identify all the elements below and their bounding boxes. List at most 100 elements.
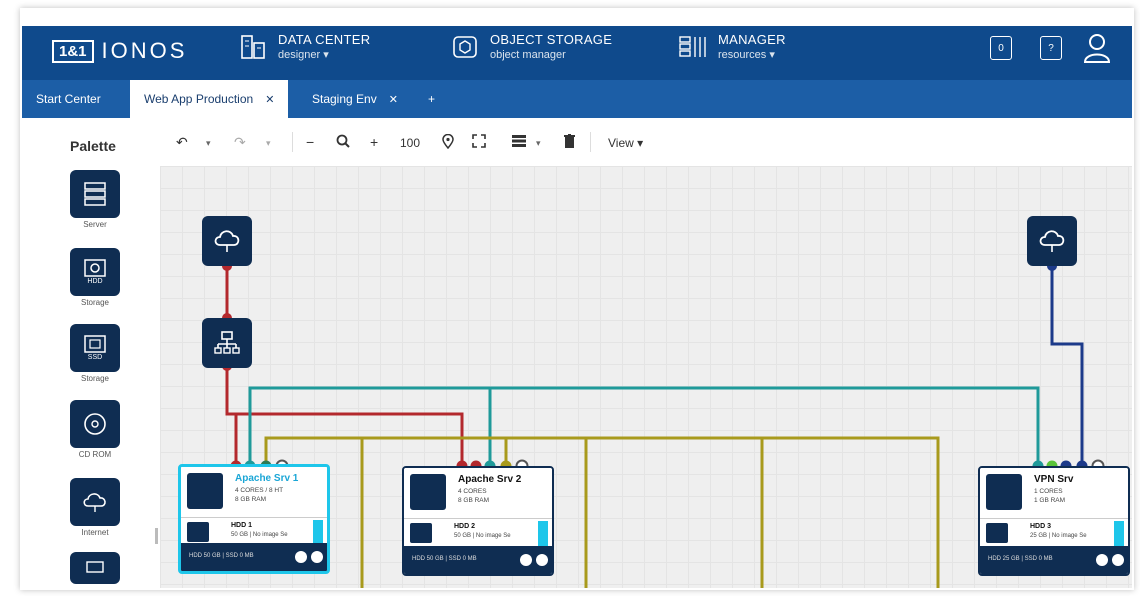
remove-icon[interactable] bbox=[1112, 554, 1124, 566]
remove-icon[interactable] bbox=[536, 554, 548, 566]
server-card-vpn[interactable]: VPN Srv 1 CORES 1 GB RAM HDD 3 25 GB | N… bbox=[978, 466, 1130, 576]
add-tab-button[interactable]: + bbox=[414, 80, 449, 118]
ionos-logo[interactable]: 1&1 IONOS bbox=[52, 38, 187, 64]
user-icon[interactable] bbox=[1082, 32, 1112, 64]
palette-panel: Palette Server HDD Storage SSD Storage C… bbox=[22, 118, 160, 588]
palette-item-server[interactable]: Server bbox=[70, 170, 120, 229]
remove-icon[interactable] bbox=[311, 551, 323, 563]
tab-bar: Start Center Web App Production ✕ Stagin… bbox=[22, 80, 1132, 118]
tab-staging-env[interactable]: Staging Env ✕ bbox=[298, 80, 412, 118]
tab-start-center[interactable]: Start Center bbox=[22, 80, 115, 118]
server-card-header: Apache Srv 1 4 CORES / 8 HT 8 GB RAM bbox=[181, 467, 327, 517]
manager-icon bbox=[678, 32, 708, 62]
palette-item-more[interactable] bbox=[70, 552, 120, 584]
palette-item-internet[interactable]: Internet bbox=[70, 478, 120, 537]
nav-object-storage[interactable]: OBJECT STORAGE object manager bbox=[450, 32, 612, 62]
undo-dropdown-icon[interactable]: ▾ bbox=[206, 138, 211, 149]
toolbar-divider bbox=[590, 132, 591, 152]
hdd-icon bbox=[187, 522, 209, 542]
hdd-name: HDD 1 bbox=[231, 522, 253, 529]
zoom-out-icon[interactable]: − bbox=[306, 134, 314, 150]
view-menu[interactable]: View ▾ bbox=[608, 136, 643, 150]
server-icon bbox=[986, 474, 1022, 510]
trash-icon[interactable] bbox=[564, 134, 575, 151]
server-ram: 8 GB RAM bbox=[235, 496, 267, 503]
settings-icon[interactable] bbox=[295, 551, 307, 563]
hdd-icon bbox=[986, 523, 1008, 543]
nav-title: DATA CENTER bbox=[278, 32, 371, 47]
palette-item-ssd[interactable]: SSD Storage bbox=[70, 324, 120, 383]
palette-item-cd-rom[interactable]: CD ROM bbox=[70, 400, 120, 459]
hdd-row[interactable]: HDD 2 50 GB | No image Se bbox=[404, 518, 552, 548]
settings-icon[interactable] bbox=[520, 554, 532, 566]
wire-red bbox=[225, 366, 238, 466]
monitor-icon bbox=[70, 552, 120, 584]
server-cores: 4 CORES bbox=[458, 488, 487, 495]
notifications-button[interactable]: 0 bbox=[990, 36, 1012, 60]
internet-cloud-icon bbox=[1039, 230, 1065, 252]
redo-icon[interactable]: ↷ bbox=[234, 134, 246, 151]
server-card-apache-1[interactable]: Apache Srv 1 4 CORES / 8 HT 8 GB RAM HDD… bbox=[178, 464, 330, 574]
data-center-icon bbox=[238, 32, 268, 62]
tab-web-app-production[interactable]: Web App Production ✕ bbox=[130, 80, 289, 118]
internet-node-vpn[interactable] bbox=[1027, 216, 1077, 266]
hdd-tag bbox=[538, 521, 548, 547]
cd-rom-icon bbox=[70, 400, 120, 448]
close-icon[interactable]: ✕ bbox=[389, 93, 398, 106]
internet-node[interactable] bbox=[202, 216, 252, 266]
object-storage-icon bbox=[450, 32, 480, 62]
nav-manager[interactable]: MANAGER resources ▾ bbox=[678, 32, 786, 62]
network-switch-icon bbox=[214, 331, 240, 354]
ssd-icon: SSD bbox=[70, 324, 120, 372]
hdd-icon: HDD bbox=[70, 248, 120, 296]
tab-label: Staging Env bbox=[312, 92, 377, 106]
wire-olive bbox=[264, 436, 940, 588]
palette-label: Internet bbox=[81, 528, 109, 537]
logo-text: IONOS bbox=[101, 38, 188, 63]
wire-blue bbox=[1050, 266, 1084, 466]
settings-icon[interactable] bbox=[1096, 554, 1108, 566]
designer-canvas[interactable]: Apache Srv 1 4 CORES / 8 HT 8 GB RAM HDD… bbox=[160, 166, 1132, 588]
server-cores: 4 CORES / 8 HT bbox=[235, 487, 284, 494]
palette-label: Storage bbox=[80, 298, 110, 307]
redo-dropdown-icon[interactable]: ▾ bbox=[266, 138, 271, 149]
help-button[interactable]: ? bbox=[1040, 36, 1062, 60]
location-pin-icon[interactable] bbox=[442, 133, 454, 152]
nav-data-center[interactable]: DATA CENTER designer ▾ bbox=[238, 32, 370, 62]
tile-text: HDD bbox=[87, 278, 103, 285]
close-icon[interactable]: ✕ bbox=[265, 93, 274, 106]
zoom-in-icon[interactable]: + bbox=[370, 134, 378, 150]
layout-dropdown-icon[interactable]: ▾ bbox=[536, 138, 541, 149]
layout-list-icon[interactable] bbox=[512, 134, 526, 150]
server-ram: 8 GB RAM bbox=[458, 497, 490, 504]
tab-label: Start Center bbox=[36, 92, 101, 106]
zoom-level[interactable]: 100 bbox=[400, 136, 420, 150]
fit-to-screen-icon[interactable] bbox=[472, 134, 486, 151]
server-card-header: VPN Srv 1 CORES 1 GB RAM bbox=[980, 468, 1128, 518]
top-header: 1&1 IONOS DATA CENTER designer ▾ OBJECT … bbox=[22, 26, 1132, 80]
server-card-footer: HDD 50 GB | SSD 0 MB bbox=[181, 543, 327, 571]
zoom-icon[interactable] bbox=[336, 134, 350, 151]
undo-icon[interactable]: ↶ bbox=[176, 134, 188, 151]
palette-item-hdd[interactable]: HDD Storage bbox=[70, 248, 120, 307]
nav-title: OBJECT STORAGE bbox=[490, 32, 613, 47]
server-name: Apache Srv 2 bbox=[458, 474, 522, 485]
hdd-spec: 25 GB | No image Se bbox=[1030, 533, 1087, 539]
hdd-row[interactable]: HDD 3 25 GB | No image Se bbox=[980, 518, 1128, 548]
nav-title: MANAGER bbox=[718, 32, 786, 47]
internet-cloud-icon bbox=[214, 230, 240, 252]
hdd-name: HDD 2 bbox=[454, 523, 476, 530]
tab-label: Web App Production bbox=[144, 92, 254, 106]
server-card-apache-2[interactable]: Apache Srv 2 4 CORES 8 GB RAM HDD 2 50 G… bbox=[402, 466, 554, 576]
nav-sub: resources ▾ bbox=[718, 49, 775, 61]
hdd-spec: 50 GB | No image Se bbox=[231, 532, 288, 538]
server-name: VPN Srv bbox=[1034, 474, 1074, 485]
storage-summary: HDD 50 GB | SSD 0 MB bbox=[189, 553, 254, 559]
hdd-tag bbox=[1114, 521, 1124, 547]
panel-resize-handle[interactable] bbox=[155, 528, 158, 544]
server-cores: 1 CORES bbox=[1034, 488, 1063, 495]
tile-text: SSD bbox=[87, 354, 103, 361]
server-name: Apache Srv 1 bbox=[235, 473, 299, 484]
switch-node[interactable] bbox=[202, 318, 252, 368]
hdd-name: HDD 3 bbox=[1030, 523, 1052, 530]
